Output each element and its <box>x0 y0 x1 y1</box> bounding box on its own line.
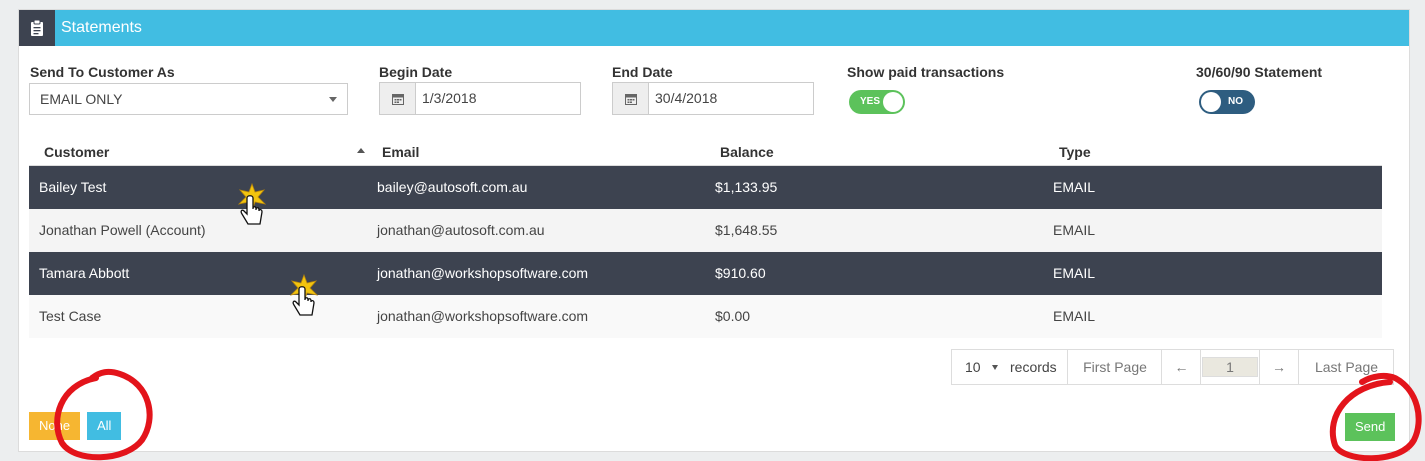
cell-email: jonathan@workshopsoftware.com <box>377 265 589 281</box>
last-page-button[interactable]: Last Page <box>1300 350 1393 384</box>
statement-state: NO <box>1228 96 1243 107</box>
begin-date-label: Begin Date <box>379 64 453 80</box>
send-as-select[interactable]: EMAIL ONLY <box>29 83 348 115</box>
begin-date-input[interactable]: 1/3/2018 <box>379 82 581 115</box>
end-date-input[interactable]: 30/4/2018 <box>612 82 814 115</box>
show-paid-label: Show paid transactions <box>847 64 1005 80</box>
show-paid-toggle[interactable]: YES <box>849 90 905 114</box>
cell-customer: Bailey Test <box>39 179 107 195</box>
page-number-input[interactable]: 1 <box>1202 357 1258 377</box>
cell-type: EMAIL <box>1053 179 1096 195</box>
cell-balance: $1,133.95 <box>715 179 778 195</box>
cell-email: jonathan@autosoft.com.au <box>377 222 545 238</box>
toggle-knob <box>883 92 903 112</box>
column-header-customer[interactable]: Customer <box>44 144 109 160</box>
cell-balance: $910.60 <box>715 265 766 281</box>
cell-customer: Tamara Abbott <box>39 265 130 281</box>
clipboard-icon <box>19 10 55 46</box>
records-per-page-select[interactable]: 10 records <box>952 350 1068 384</box>
select-all-button[interactable]: All <box>87 412 122 440</box>
table-row[interactable]: Test Case jonathan@workshopsoftware.com … <box>29 295 1382 338</box>
records-per-page-value: 10 <box>965 359 981 375</box>
cell-customer: Jonathan Powell (Account) <box>39 222 206 238</box>
sort-up-icon[interactable] <box>357 148 365 153</box>
cell-type: EMAIL <box>1053 265 1096 281</box>
send-button[interactable]: Send <box>1345 413 1396 441</box>
pagination: 10 records First Page ← 1 → Last Page <box>951 349 1394 385</box>
statement-toggle[interactable]: NO <box>1199 90 1255 114</box>
show-paid-state: YES <box>860 96 881 107</box>
cell-type: EMAIL <box>1053 308 1096 324</box>
records-label: records <box>1010 359 1057 375</box>
column-header-email[interactable]: Email <box>382 144 419 160</box>
send-as-label: Send To Customer As <box>30 64 175 80</box>
first-page-button[interactable]: First Page <box>1069 350 1162 384</box>
end-date-label: End Date <box>612 64 673 80</box>
chevron-down-icon <box>992 365 998 370</box>
toggle-knob <box>1201 92 1221 112</box>
cell-customer: Test Case <box>39 308 102 324</box>
column-header-balance[interactable]: Balance <box>720 144 774 160</box>
table-row[interactable]: Jonathan Powell (Account) jonathan@autos… <box>29 209 1382 252</box>
end-date-value: 30/4/2018 <box>655 90 718 106</box>
cell-email: jonathan@workshopsoftware.com <box>377 308 589 324</box>
cell-email: bailey@autosoft.com.au <box>377 179 528 195</box>
chevron-down-icon <box>329 97 337 102</box>
select-none-button[interactable]: None <box>29 412 81 440</box>
calendar-icon[interactable] <box>613 83 649 114</box>
begin-date-value: 1/3/2018 <box>422 90 477 106</box>
panel-header: Statements <box>19 10 1409 46</box>
prev-page-button[interactable]: ← <box>1163 350 1201 384</box>
panel-title: Statements <box>61 19 142 36</box>
table-row[interactable]: Bailey Test bailey@autosoft.com.au $1,13… <box>29 166 1382 209</box>
statement-label: 30/60/90 Statement <box>1196 64 1323 80</box>
cell-type: EMAIL <box>1053 222 1096 238</box>
table-row[interactable]: Tamara Abbott jonathan@workshopsoftware.… <box>29 252 1382 295</box>
cell-balance: $1,648.55 <box>715 222 778 238</box>
calendar-icon[interactable] <box>380 83 416 114</box>
cell-balance: $0.00 <box>715 308 751 324</box>
column-header-type[interactable]: Type <box>1059 144 1091 160</box>
next-page-button[interactable]: → <box>1259 350 1299 384</box>
send-as-value: EMAIL ONLY <box>40 91 123 107</box>
